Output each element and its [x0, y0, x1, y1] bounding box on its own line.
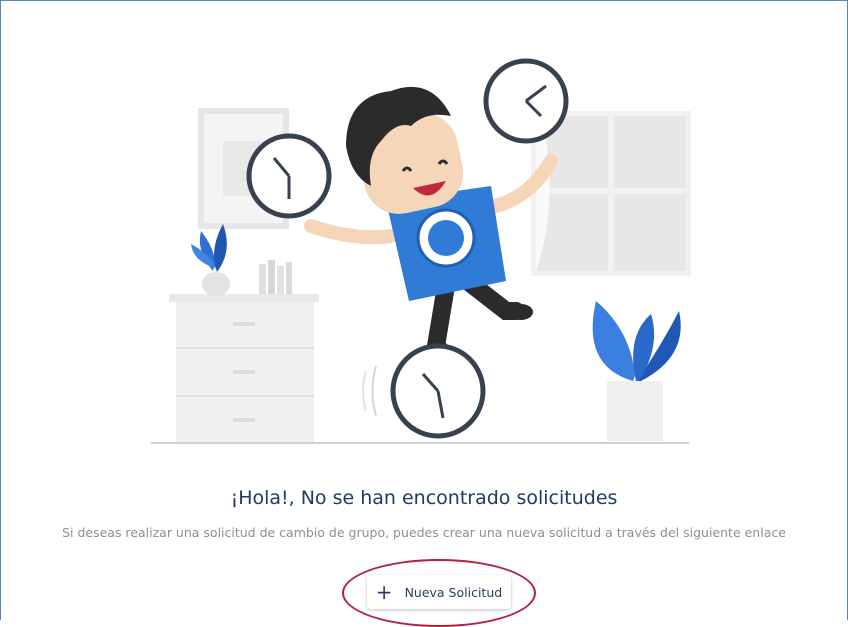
books [259, 260, 292, 294]
clock-left [246, 133, 332, 219]
empty-state-illustration [151, 58, 691, 444]
clock-bottom [362, 343, 486, 439]
plus-icon: + [375, 580, 393, 604]
new-request-label: Nueva Solicitud [404, 584, 503, 600]
main-panel: ¡Hola!, No se han encontrado solicitudes… [0, 0, 848, 627]
new-request-button[interactable]: + Nueva Solicitud [367, 575, 511, 609]
window [531, 111, 691, 276]
dresser [169, 294, 319, 442]
large-plant [592, 301, 681, 441]
clock-top-right [483, 58, 569, 144]
small-plant [191, 224, 230, 296]
empty-state-title: ¡Hola!, No se han encontrado solicitudes [230, 487, 618, 509]
empty-state-message: Si deseas realizar una solicitud de camb… [62, 525, 786, 540]
